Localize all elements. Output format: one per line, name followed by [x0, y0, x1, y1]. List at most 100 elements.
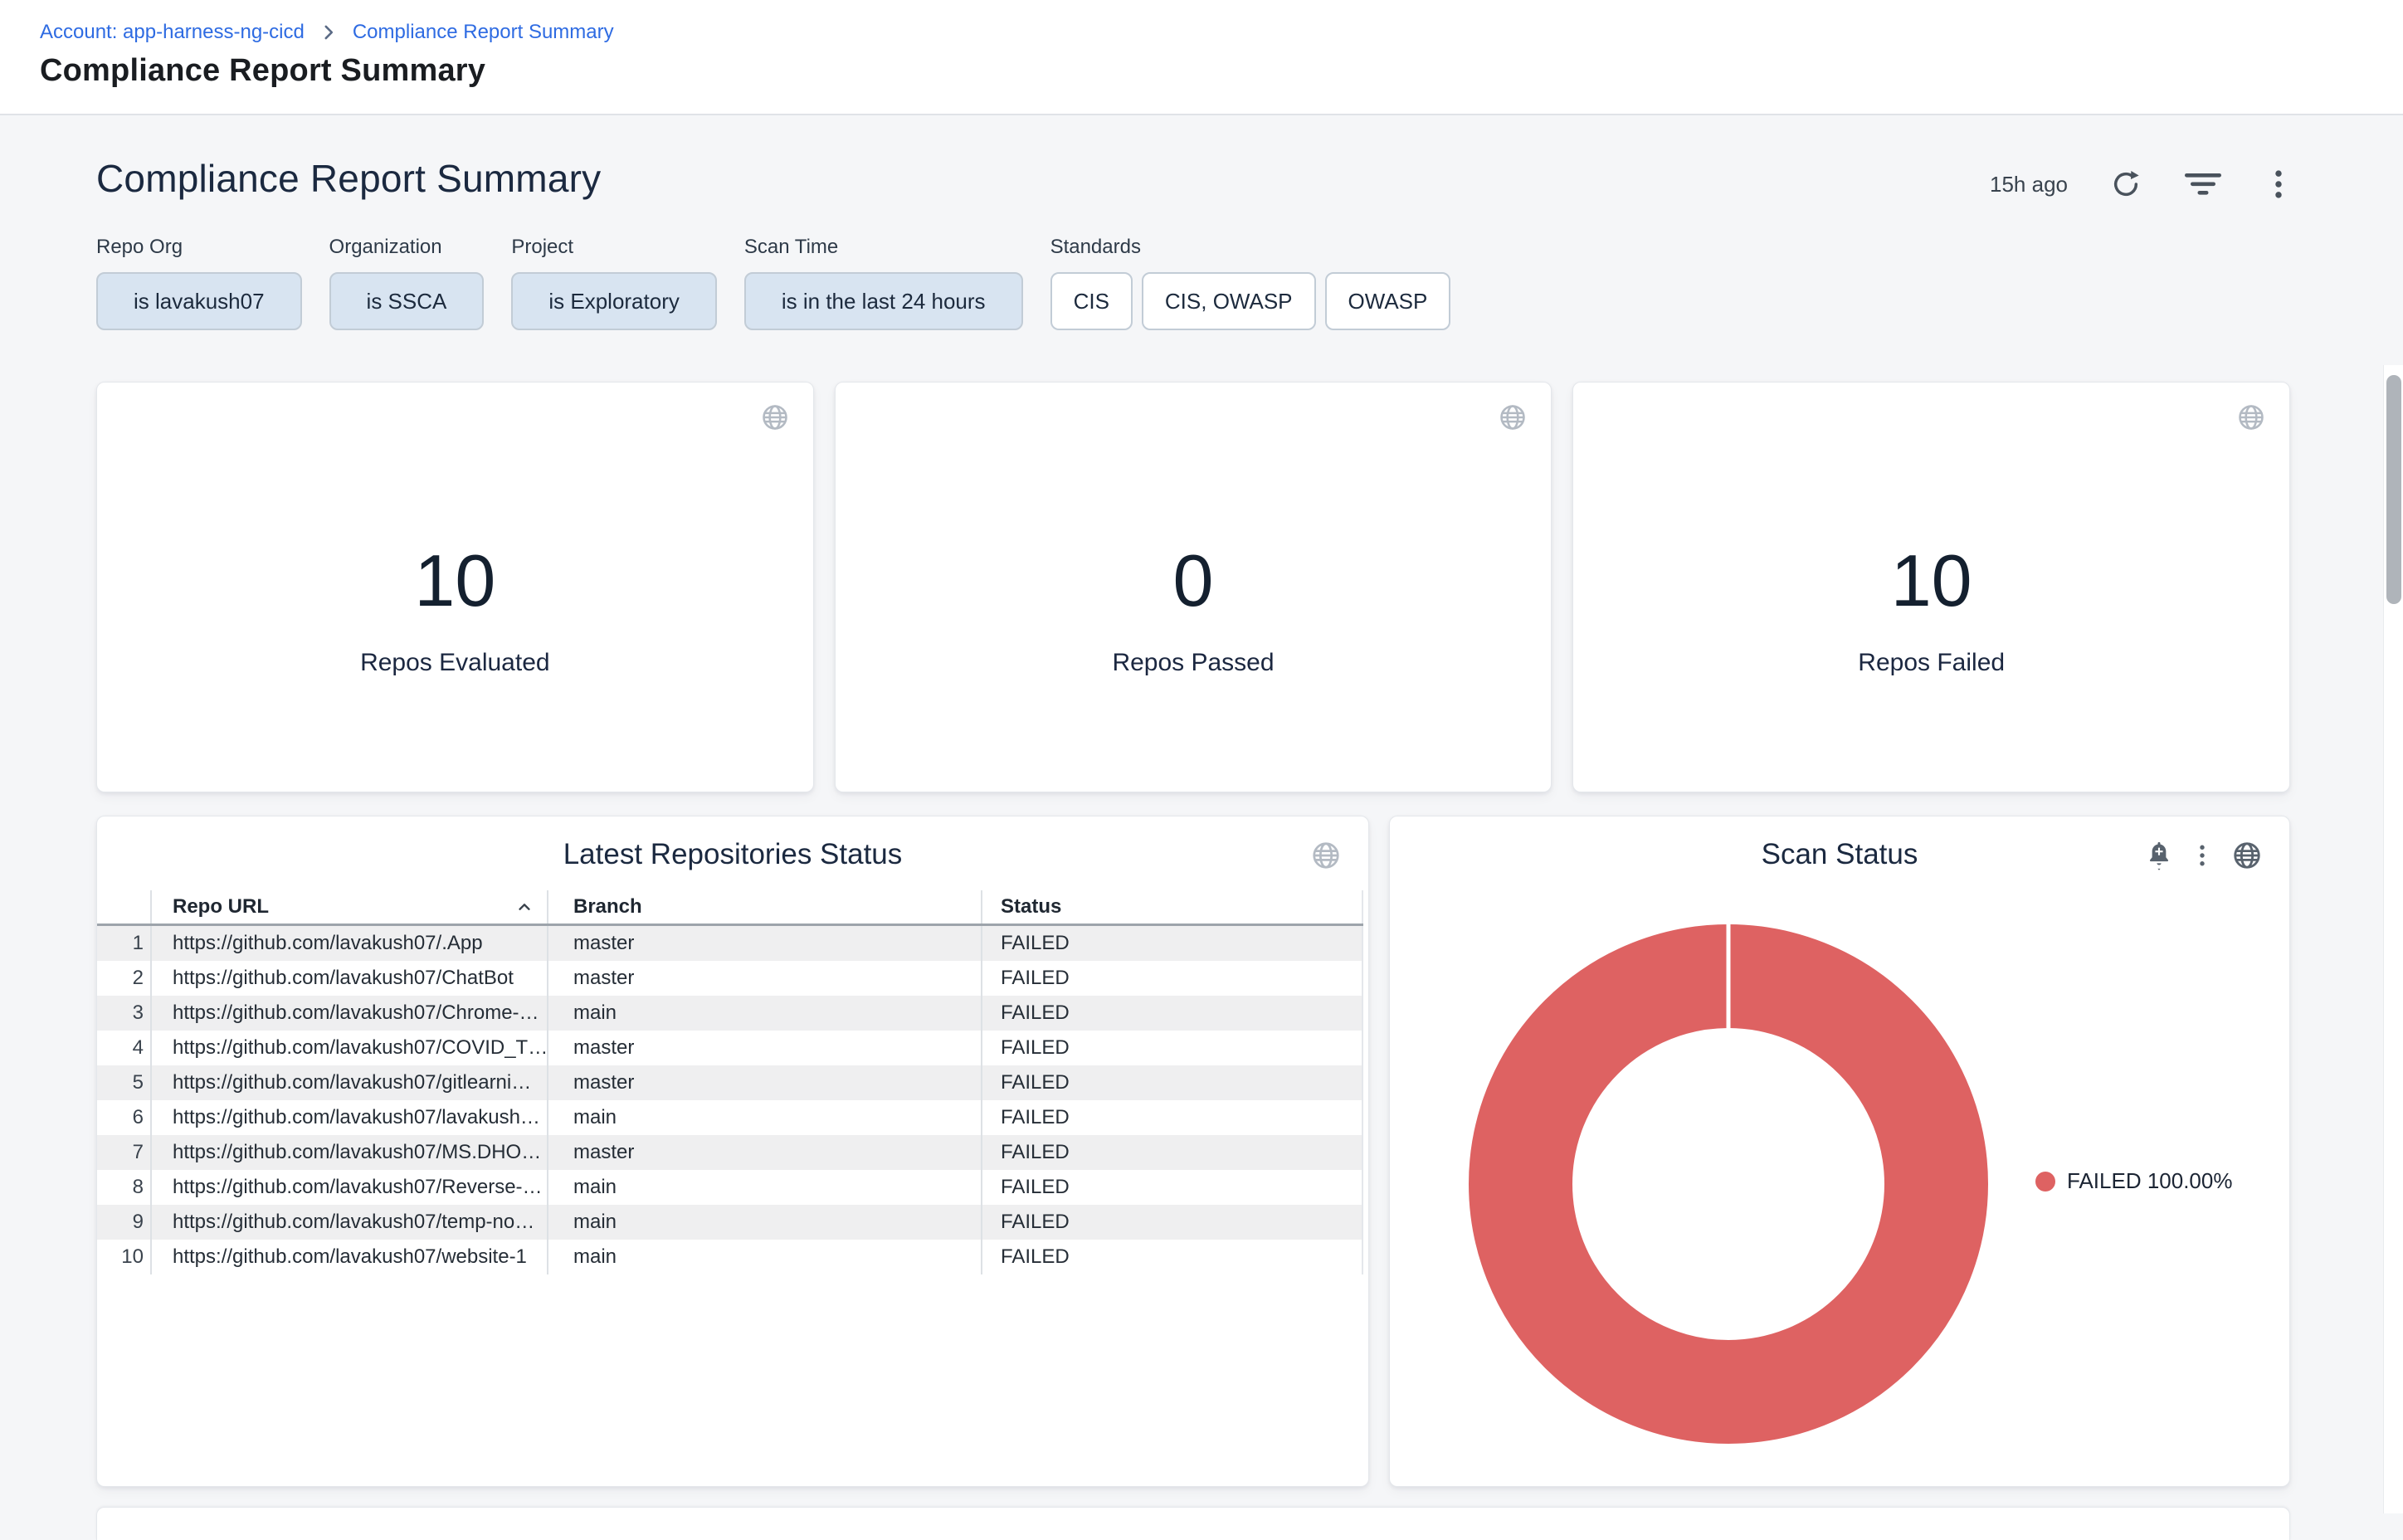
status-cell: FAILED [982, 996, 1363, 1031]
status-cell: FAILED [982, 1205, 1363, 1240]
legend-label: FAILED 100.00% [2067, 1168, 2232, 1194]
branch-cell: master [548, 1135, 982, 1170]
chart-legend[interactable]: FAILED 100.00% [2035, 1168, 2232, 1194]
globe-icon[interactable] [760, 402, 790, 432]
filter-group-standards: Standards CIS CIS, OWASP OWASP [1050, 236, 1451, 330]
table-row: 7 https://github.com/lavakush07/MS.DHO… … [97, 1135, 1363, 1170]
filter-label: Repo Org [96, 236, 302, 259]
last-refreshed-label: 15h ago [1990, 172, 2068, 197]
scan-status-card: Scan Status [1389, 816, 2290, 1487]
filter-chip-organization[interactable]: is SSCA [329, 272, 485, 330]
table-row: 4 https://github.com/lavakush07/COVID_T…… [97, 1031, 1363, 1065]
donut-slice-failed[interactable] [1521, 977, 1937, 1392]
page-title: Compliance Report Summary [40, 53, 2403, 89]
tile-value: 10 [1858, 544, 2005, 617]
repositories-table: Repo URL Branch Status 1 https://github.… [97, 890, 1363, 1274]
filter-group-repo-org: Repo Org is lavakush07 [96, 236, 302, 330]
globe-icon[interactable] [1310, 840, 1342, 871]
column-header-status[interactable]: Status [982, 890, 1363, 924]
table-row: 1 https://github.com/lavakush07/.App mas… [97, 926, 1363, 961]
branch-cell: main [548, 1170, 982, 1205]
repo-url-cell: https://github.com/lavakush07/COVID_T… [152, 1031, 548, 1065]
latest-repositories-status-card: Latest Repositories Status Repo URL Bran… [96, 816, 1369, 1487]
filter-chip-standards-cis-owasp[interactable]: CIS, OWASP [1142, 272, 1316, 330]
row-number-column-header [97, 890, 152, 924]
filter-group-organization: Organization is SSCA [329, 236, 485, 330]
status-cell: FAILED [982, 1031, 1363, 1065]
branch-cell: master [548, 1031, 982, 1065]
table-header-row: Repo URL Branch Status [97, 890, 1363, 926]
filter-chip-standards-owasp[interactable]: OWASP [1325, 272, 1451, 330]
kebab-menu-icon[interactable] [2191, 840, 2213, 871]
repo-url-cell: https://github.com/lavakush07/.App [152, 926, 548, 961]
repo-url-cell: https://github.com/lavakush07/temp-no… [152, 1205, 548, 1240]
refresh-icon[interactable] [2109, 168, 2142, 201]
repo-url-cell: https://github.com/lavakush07/website-1 [152, 1240, 548, 1274]
tile-repos-passed: 0 Repos Passed [835, 382, 1552, 792]
table-card-title: Latest Repositories Status [97, 838, 1368, 871]
table-row: 10 https://github.com/lavakush07/website… [97, 1240, 1363, 1274]
table-row: 8 https://github.com/lavakush07/Reverse-… [97, 1170, 1363, 1205]
table-row: 2 https://github.com/lavakush07/ChatBot … [97, 961, 1363, 996]
table-row: 5 https://github.com/lavakush07/gitlearn… [97, 1065, 1363, 1100]
sort-ascending-icon [514, 896, 535, 918]
branch-cell: master [548, 961, 982, 996]
filter-label: Organization [329, 236, 485, 259]
filter-bar: Repo Org is lavakush07 Organization is S… [96, 236, 1450, 330]
filter-label: Standards [1050, 236, 1451, 259]
filter-chip-repo-org[interactable]: is lavakush07 [96, 272, 302, 330]
breadcrumb-account-link[interactable]: Account: app-harness-ng-cicd [40, 21, 305, 44]
tile-label: Repos Evaluated [360, 649, 550, 677]
row-number: 5 [97, 1065, 152, 1100]
filter-chip-standards-cis[interactable]: CIS [1050, 272, 1133, 330]
branch-cell: main [548, 996, 982, 1031]
branch-cell: master [548, 1065, 982, 1100]
status-cell: FAILED [982, 1170, 1363, 1205]
filter-label: Scan Time [744, 236, 1023, 259]
status-cell: FAILED [982, 926, 1363, 961]
status-cell: FAILED [982, 961, 1363, 996]
status-cell: FAILED [982, 1135, 1363, 1170]
tile-value: 0 [1112, 544, 1274, 617]
filter-chip-scan-time[interactable]: is in the last 24 hours [744, 272, 1023, 330]
row-number: 10 [97, 1240, 152, 1274]
tile-repos-failed: 10 Repos Failed [1572, 382, 2290, 792]
globe-icon[interactable] [1498, 402, 1528, 432]
filter-group-project: Project is Exploratory [511, 236, 717, 330]
legend-dot-failed [2035, 1172, 2055, 1192]
status-cell: FAILED [982, 1240, 1363, 1274]
column-header-branch[interactable]: Branch [548, 890, 982, 924]
vertical-scrollbar-thumb[interactable] [2386, 375, 2401, 604]
filter-group-scan-time: Scan Time is in the last 24 hours [744, 236, 1023, 330]
scan-status-donut-chart[interactable] [1463, 919, 1994, 1450]
branch-cell: main [548, 1100, 982, 1135]
row-number: 2 [97, 961, 152, 996]
globe-icon[interactable] [2236, 402, 2266, 432]
dashboard-title: Compliance Report Summary [96, 156, 601, 201]
branch-cell: main [548, 1205, 982, 1240]
chevron-right-icon [318, 22, 339, 43]
table-row: 9 https://github.com/lavakush07/temp-no…… [97, 1205, 1363, 1240]
stat-tiles-row: 10 Repos Evaluated 0 Repos Passed 10 Rep… [96, 382, 2290, 792]
table-row: 6 https://github.com/lavakush07/lavakush… [97, 1100, 1363, 1135]
app-header: Account: app-harness-ng-cicd Compliance … [0, 0, 2403, 115]
branch-cell: main [548, 1240, 982, 1274]
table-row: 3 https://github.com/lavakush07/Chrome-…… [97, 996, 1363, 1031]
tile-label: Repos Passed [1112, 649, 1274, 677]
row-number: 6 [97, 1100, 152, 1135]
column-header-repo-url[interactable]: Repo URL [152, 890, 548, 924]
alert-bell-icon[interactable] [2145, 840, 2173, 871]
kebab-menu-icon[interactable] [2264, 168, 2293, 201]
filter-chip-project[interactable]: is Exploratory [511, 272, 717, 330]
filter-icon[interactable] [2184, 170, 2222, 198]
row-number: 4 [97, 1031, 152, 1065]
repo-url-cell: https://github.com/lavakush07/MS.DHO… [152, 1135, 548, 1170]
globe-icon[interactable] [2231, 840, 2263, 871]
breadcrumb-current-link[interactable]: Compliance Report Summary [353, 21, 614, 44]
repo-url-cell: https://github.com/lavakush07/gitlearni… [152, 1065, 548, 1100]
tile-repos-evaluated: 10 Repos Evaluated [96, 382, 814, 792]
row-number: 1 [97, 926, 152, 961]
repo-url-cell: https://github.com/lavakush07/lavakush… [152, 1100, 548, 1135]
breadcrumb: Account: app-harness-ng-cicd Compliance … [40, 18, 2403, 46]
repo-url-cell: https://github.com/lavakush07/ChatBot [152, 961, 548, 996]
